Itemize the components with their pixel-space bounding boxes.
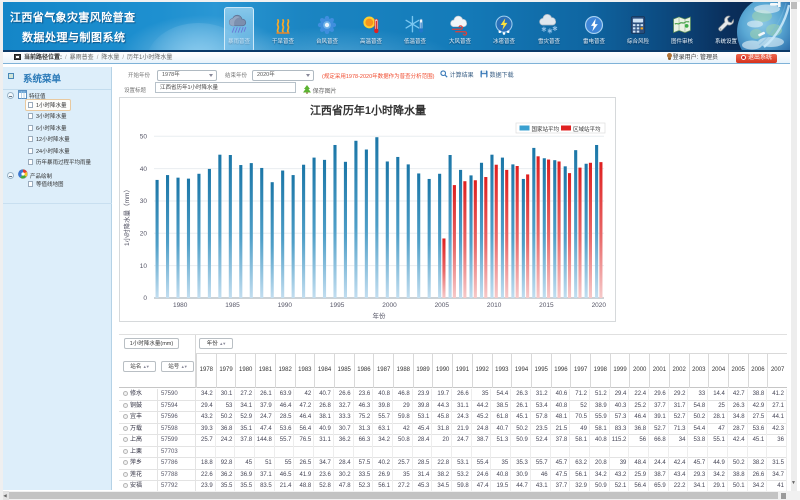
svg-text:区域站平均: 区域站平均 bbox=[573, 125, 601, 133]
svg-text:2000: 2000 bbox=[382, 302, 397, 309]
svg-text:国家站平均: 国家站平均 bbox=[532, 125, 560, 133]
svg-text:40: 40 bbox=[140, 166, 148, 173]
svg-text:2020: 2020 bbox=[592, 302, 607, 309]
svg-text:0: 0 bbox=[143, 295, 147, 302]
svg-text:20: 20 bbox=[140, 231, 148, 238]
svg-text:1990: 1990 bbox=[278, 302, 293, 309]
svg-text:1995: 1995 bbox=[330, 302, 345, 309]
svg-text:2015: 2015 bbox=[539, 302, 554, 309]
svg-text:江西省历年1小时降水量: 江西省历年1小时降水量 bbox=[310, 103, 426, 117]
svg-text:1小时降水量（mm）: 1小时降水量（mm） bbox=[122, 186, 131, 246]
svg-text:30: 30 bbox=[140, 198, 148, 205]
svg-text:2005: 2005 bbox=[435, 302, 450, 309]
svg-text:1980: 1980 bbox=[173, 302, 188, 309]
svg-text:年份: 年份 bbox=[373, 311, 387, 320]
svg-text:2010: 2010 bbox=[487, 302, 502, 309]
svg-text:10: 10 bbox=[140, 263, 148, 270]
svg-text:1985: 1985 bbox=[225, 302, 240, 309]
svg-text:50: 50 bbox=[140, 133, 148, 140]
